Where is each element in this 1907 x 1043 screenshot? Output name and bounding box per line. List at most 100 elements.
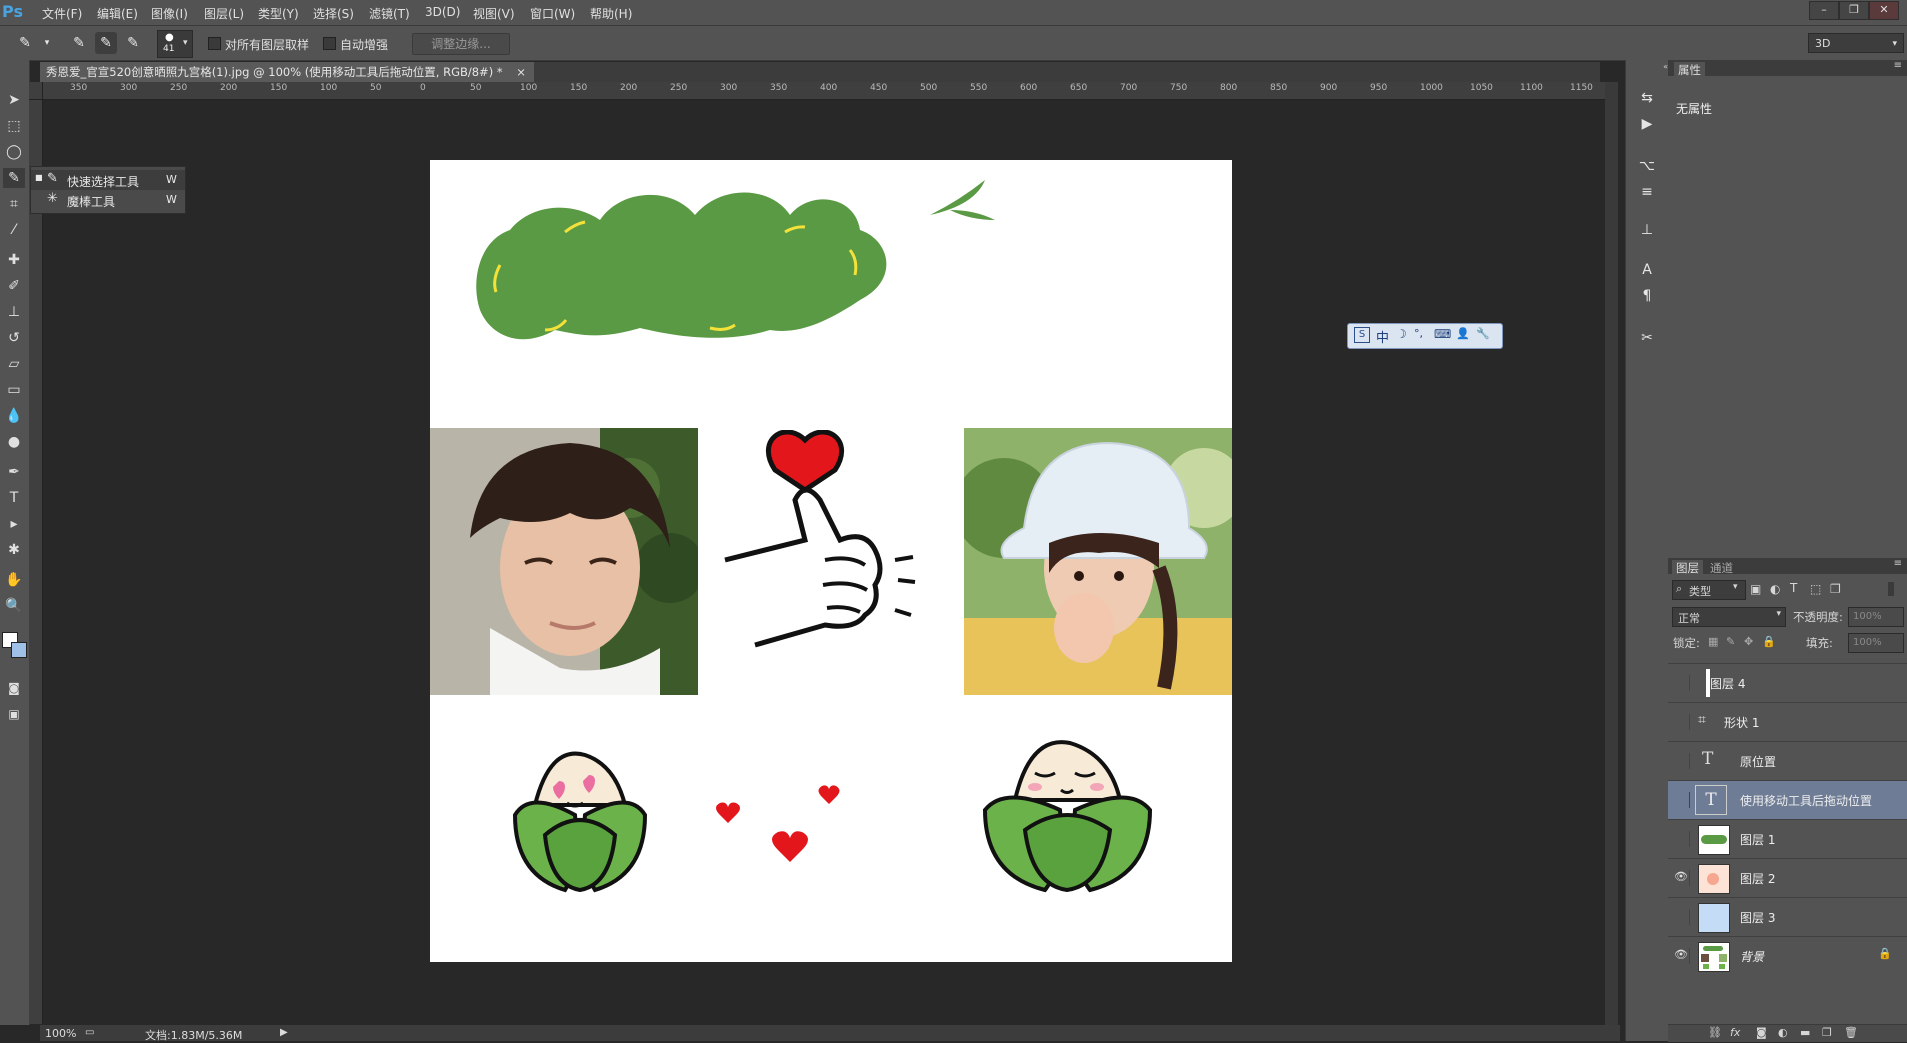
layer-name[interactable]: 原位置 [1740, 753, 1776, 770]
screen-mode-icon[interactable]: ▣ [3, 704, 25, 724]
link-layers-icon[interactable]: ⛓ [1708, 1026, 1722, 1039]
move-tool-icon[interactable]: ➤ [3, 90, 25, 110]
eye-icon[interactable]: 👁 [1673, 948, 1690, 964]
menu-layer[interactable]: 图层(L) [204, 5, 244, 22]
quick-selection-preset-icon[interactable]: ✎ [14, 32, 36, 54]
delete-layer-icon[interactable]: 🗑 [1844, 1026, 1858, 1039]
type-tool-icon[interactable]: T [3, 488, 25, 508]
paragraph-panel-icon[interactable]: ¶ [1636, 286, 1658, 306]
crop-tool-icon[interactable]: ⌗ [3, 194, 25, 214]
filter-smart-object-icon[interactable]: ❐ [1830, 582, 1841, 596]
eraser-tool-icon[interactable]: ▱ [3, 354, 25, 374]
dodge-tool-icon[interactable]: ● [3, 432, 25, 452]
menu-help[interactable]: 帮助(H) [590, 5, 632, 22]
ime-punctuation-icon[interactable]: °, [1414, 327, 1423, 340]
healing-brush-tool-icon[interactable]: ✚ [3, 250, 25, 270]
lock-all-icon[interactable]: 🔒 [1762, 635, 1776, 648]
menu-3d[interactable]: 3D(D) [425, 5, 460, 19]
close-window-button[interactable]: ✕ [1869, 1, 1899, 20]
filter-toggle[interactable] [1888, 582, 1894, 596]
clone-stamp-tool-icon[interactable]: ⊥ [3, 302, 25, 322]
ime-chinese-mode[interactable]: 中 [1376, 327, 1389, 346]
layer-row[interactable]: 图层 3 [1668, 897, 1907, 936]
flyout-item-quick-selection[interactable]: ■ ✎ 快速选择工具 W [31, 170, 185, 190]
channels-tab[interactable]: 通道 [1710, 560, 1733, 576]
tool-presets-icon[interactable]: ✂ [1636, 328, 1658, 348]
new-layer-icon[interactable]: ❐ [1822, 1026, 1832, 1039]
collapse-dock-icon[interactable]: « [1626, 62, 1668, 71]
subtract-selection-icon[interactable]: ✎ [122, 32, 144, 54]
layer-row[interactable]: 图层 1 [1668, 819, 1907, 858]
filter-type-icon[interactable]: T [1790, 581, 1797, 595]
visibility-toggle[interactable] [1673, 831, 1690, 847]
actions-panel-icon[interactable]: ▶ [1636, 114, 1658, 134]
ime-settings-icon[interactable]: 🔧 [1476, 327, 1490, 340]
brush-picker[interactable]: ● 41 ▾ [157, 30, 193, 58]
layers-tab[interactable]: 图层 [1672, 560, 1703, 576]
add-to-selection-icon[interactable]: ✎ [95, 32, 117, 54]
clone-source-icon[interactable]: ⊥ [1636, 220, 1658, 240]
hand-tool-icon[interactable]: ✋ [3, 570, 25, 590]
panel-menu-icon[interactable]: ≡ [1894, 60, 1902, 71]
ime-toolbar[interactable]: S 中 ☽ °, ⌨ 👤 🔧 [1347, 323, 1503, 349]
history-brush-tool-icon[interactable]: ↺ [3, 328, 25, 348]
brush-presets-icon[interactable]: ≡ [1636, 182, 1658, 202]
auto-enhance-checkbox[interactable] [323, 37, 336, 50]
eyedropper-tool-icon[interactable]: ⁄ [3, 220, 25, 240]
preset-dropdown-icon[interactable]: ▾ [36, 32, 58, 54]
brush-tool-icon[interactable]: ✐ [3, 276, 25, 296]
quick-mask-icon[interactable]: ◙ [3, 678, 25, 698]
layer-name[interactable]: 背景 [1740, 948, 1764, 965]
lasso-tool-icon[interactable]: ◯ [3, 142, 25, 162]
menu-view[interactable]: 视图(V) [473, 5, 515, 22]
refine-edge-button[interactable]: 调整边缘... [412, 33, 510, 55]
brushes-panel-icon[interactable]: ⌥ [1636, 156, 1658, 176]
layer-style-icon[interactable]: fx [1730, 1026, 1740, 1039]
shape-tool-icon[interactable]: ✱ [3, 540, 25, 560]
workspace-select[interactable]: 3D ▾ [1808, 33, 1904, 53]
zoom-tool-icon[interactable]: 🔍 [3, 596, 25, 616]
new-selection-icon[interactable]: ✎ [68, 32, 90, 54]
blur-tool-icon[interactable]: 💧 [3, 406, 25, 426]
add-mask-icon[interactable]: ◙ [1756, 1026, 1767, 1039]
character-panel-icon[interactable]: A [1636, 260, 1658, 280]
filter-adjustment-icon[interactable]: ◐ [1770, 582, 1780, 596]
ime-keyboard-icon[interactable]: ⌨ [1434, 327, 1451, 341]
path-selection-tool-icon[interactable]: ▸ [3, 514, 25, 534]
visibility-toggle[interactable] [1673, 792, 1690, 808]
layer-row[interactable]: T 原位置 [1668, 741, 1907, 780]
panel-menu-icon[interactable]: ≡ [1894, 558, 1902, 569]
status-menu-icon[interactable]: ▶ [280, 1027, 288, 1038]
ime-halfwidth-icon[interactable]: ☽ [1396, 327, 1407, 341]
menu-file[interactable]: 文件(F) [42, 5, 82, 22]
background-color-swatch[interactable] [11, 642, 27, 658]
layer-name[interactable]: 使用移动工具后拖动位置 [1740, 792, 1872, 809]
layer-row[interactable]: 👁 背景 🔒 [1668, 936, 1907, 975]
lock-transparent-icon[interactable]: ▦ [1708, 635, 1718, 648]
lock-position-icon[interactable]: ✥ [1744, 635, 1753, 648]
layer-name[interactable]: 形状 1 [1724, 714, 1759, 731]
lock-image-icon[interactable]: ✎ [1726, 635, 1735, 648]
layer-name[interactable]: 图层 3 [1740, 909, 1775, 926]
layer-row[interactable]: 图层 4 [1668, 663, 1907, 702]
opacity-input[interactable]: 100% [1848, 607, 1904, 627]
pen-tool-icon[interactable]: ✒ [3, 462, 25, 482]
restore-button[interactable]: ❐ [1839, 1, 1869, 20]
document-tab[interactable]: 秀恩爱_官宣520创意晒照九宫格(1).jpg @ 100% (使用移动工具后拖… [40, 62, 534, 82]
blend-mode-select[interactable]: 正常 ▾ [1672, 607, 1786, 627]
layer-row[interactable]: 👁 图层 2 [1668, 858, 1907, 897]
layer-name[interactable]: 图层 2 [1740, 870, 1775, 887]
minimize-button[interactable]: – [1809, 1, 1839, 20]
menu-filter[interactable]: 滤镜(T) [369, 5, 410, 22]
new-group-icon[interactable]: ▬ [1800, 1026, 1810, 1039]
layer-name[interactable]: 图层 1 [1740, 831, 1775, 848]
adjustment-layer-icon[interactable]: ◐ [1778, 1026, 1788, 1039]
eye-icon[interactable]: 👁 [1673, 870, 1690, 886]
ruler-origin[interactable] [29, 82, 43, 100]
filter-shape-icon[interactable]: ⬚ [1810, 582, 1821, 596]
gradient-tool-icon[interactable]: ▭ [3, 380, 25, 400]
layer-name[interactable]: 图层 4 [1710, 675, 1745, 692]
visibility-toggle[interactable] [1673, 714, 1690, 730]
visibility-toggle[interactable] [1673, 753, 1690, 769]
layer-row[interactable]: ⌗ 形状 1 [1668, 702, 1907, 741]
